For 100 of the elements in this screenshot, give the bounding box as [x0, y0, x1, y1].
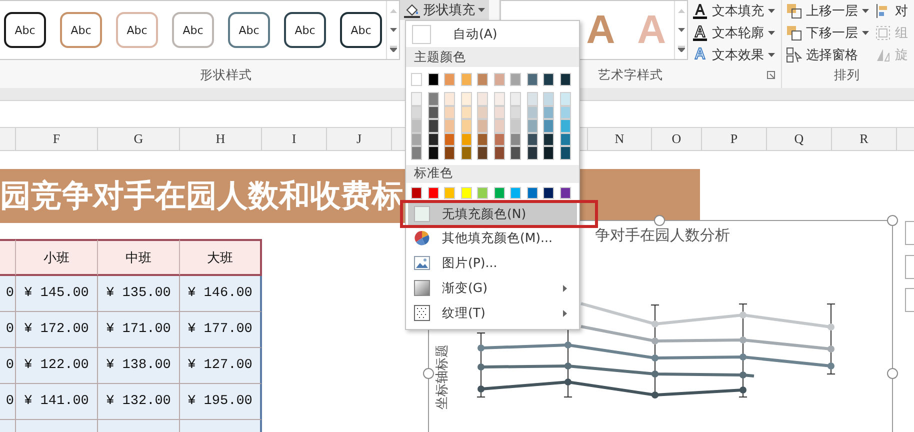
- color-swatch[interactable]: [411, 186, 422, 199]
- shape-style-swatch[interactable]: Abc: [172, 12, 214, 48]
- chart-tool-button[interactable]: [905, 288, 914, 312]
- arrange-command[interactable]: 上移一层: [786, 2, 869, 20]
- color-swatch[interactable]: [444, 92, 455, 106]
- color-swatch[interactable]: [460, 146, 472, 160]
- resize-handle[interactable]: [887, 215, 898, 226]
- column-header[interactable]: Q: [767, 128, 832, 150]
- shape-style-swatch[interactable]: Abc: [116, 12, 158, 48]
- color-swatch[interactable]: [526, 119, 538, 133]
- color-swatch[interactable]: [411, 73, 422, 86]
- resize-handle[interactable]: [887, 368, 898, 379]
- color-swatch[interactable]: [560, 132, 570, 146]
- text-command[interactable]: 文本轮廓: [692, 24, 775, 42]
- chart-tool-button[interactable]: [905, 255, 914, 279]
- scroll-up-icon[interactable]: [390, 8, 396, 13]
- arrange-command[interactable]: 下移一层: [786, 24, 869, 42]
- shape-style-swatch[interactable]: Abc: [4, 12, 46, 48]
- color-swatch[interactable]: [510, 119, 521, 133]
- color-swatch[interactable]: [460, 186, 472, 199]
- text-command[interactable]: 文本效果: [692, 46, 775, 64]
- text-command[interactable]: 文本填充: [692, 2, 775, 20]
- color-swatch[interactable]: [477, 73, 488, 86]
- column-header[interactable]: F: [16, 128, 98, 150]
- color-swatch[interactable]: [526, 132, 538, 146]
- color-swatch[interactable]: [510, 186, 521, 199]
- color-swatch[interactable]: [411, 119, 422, 133]
- color-swatch[interactable]: [444, 186, 455, 199]
- color-swatch[interactable]: [560, 106, 570, 120]
- color-swatch[interactable]: [560, 146, 570, 160]
- dialog-launcher-icon[interactable]: [767, 71, 775, 79]
- menu-item[interactable]: 无填充颜色(N): [408, 202, 577, 226]
- color-swatch[interactable]: [444, 146, 455, 160]
- color-swatch[interactable]: [494, 119, 504, 133]
- color-swatch[interactable]: [494, 132, 504, 146]
- color-swatch[interactable]: [477, 186, 488, 199]
- color-swatch[interactable]: [510, 146, 521, 160]
- color-swatch[interactable]: [460, 119, 472, 133]
- color-swatch[interactable]: [444, 106, 455, 120]
- color-swatch[interactable]: [526, 106, 538, 120]
- color-swatch[interactable]: [411, 146, 422, 160]
- resize-handle[interactable]: [654, 215, 665, 226]
- column-header[interactable]: O: [652, 128, 702, 150]
- resize-handle[interactable]: [423, 368, 434, 379]
- color-swatch[interactable]: [526, 73, 538, 86]
- color-swatch[interactable]: [543, 73, 554, 86]
- shape-style-swatch[interactable]: Abc: [340, 12, 382, 48]
- color-swatch[interactable]: [460, 132, 472, 146]
- color-swatch[interactable]: [510, 92, 521, 106]
- color-swatch[interactable]: [526, 186, 538, 199]
- color-swatch[interactable]: [543, 186, 554, 199]
- color-swatch[interactable]: [444, 73, 455, 86]
- more-icon[interactable]: [678, 46, 684, 52]
- color-swatch[interactable]: [543, 106, 554, 120]
- color-swatch[interactable]: [477, 106, 488, 120]
- color-swatch[interactable]: [560, 92, 570, 106]
- column-header[interactable]: H: [180, 128, 262, 150]
- color-swatch[interactable]: [428, 146, 438, 160]
- scroll-down-icon[interactable]: [678, 28, 684, 32]
- color-swatch[interactable]: [526, 146, 538, 160]
- shape-style-swatch[interactable]: Abc: [60, 12, 102, 48]
- color-swatch[interactable]: [460, 92, 472, 106]
- color-swatch[interactable]: [510, 132, 521, 146]
- shape-style-swatch[interactable]: Abc: [284, 12, 326, 48]
- color-swatch[interactable]: [444, 119, 455, 133]
- color-swatch[interactable]: [428, 186, 438, 199]
- color-swatch[interactable]: [510, 73, 521, 86]
- column-header[interactable]: R: [832, 128, 897, 150]
- color-swatch[interactable]: [494, 92, 504, 106]
- color-swatch[interactable]: [560, 119, 570, 133]
- arrange-command[interactable]: 选择窗格: [786, 46, 869, 64]
- color-swatch[interactable]: [510, 106, 521, 120]
- color-swatch[interactable]: [494, 106, 504, 120]
- more-icon[interactable]: [390, 46, 396, 52]
- scroll-up-icon[interactable]: [678, 8, 684, 13]
- scroll-down-icon[interactable]: [390, 28, 396, 32]
- color-swatch[interactable]: [494, 146, 504, 160]
- color-swatch[interactable]: [543, 132, 554, 146]
- color-swatch[interactable]: [460, 73, 472, 86]
- shape-fill-button[interactable]: 形状填充: [400, 0, 489, 20]
- column-header[interactable]: I: [262, 128, 327, 150]
- color-swatch[interactable]: [543, 146, 554, 160]
- color-swatch[interactable]: [494, 73, 504, 86]
- color-swatch[interactable]: [428, 119, 438, 133]
- column-header[interactable]: P: [702, 128, 767, 150]
- color-swatch[interactable]: [543, 92, 554, 106]
- color-swatch[interactable]: [526, 92, 538, 106]
- column-header[interactable]: G: [98, 128, 180, 150]
- color-swatch[interactable]: [428, 73, 438, 86]
- color-swatch[interactable]: [543, 119, 554, 133]
- automatic-color-item[interactable]: 自动(A): [406, 21, 579, 47]
- arrange-command[interactable]: 对: [875, 2, 908, 20]
- color-swatch[interactable]: [411, 92, 422, 106]
- color-swatch[interactable]: [560, 73, 570, 86]
- color-swatch[interactable]: [560, 186, 570, 199]
- shape-style-swatch[interactable]: Abc: [228, 12, 270, 48]
- column-header[interactable]: J: [327, 128, 392, 150]
- color-swatch[interactable]: [477, 146, 488, 160]
- color-swatch[interactable]: [411, 106, 422, 120]
- color-swatch[interactable]: [411, 132, 422, 146]
